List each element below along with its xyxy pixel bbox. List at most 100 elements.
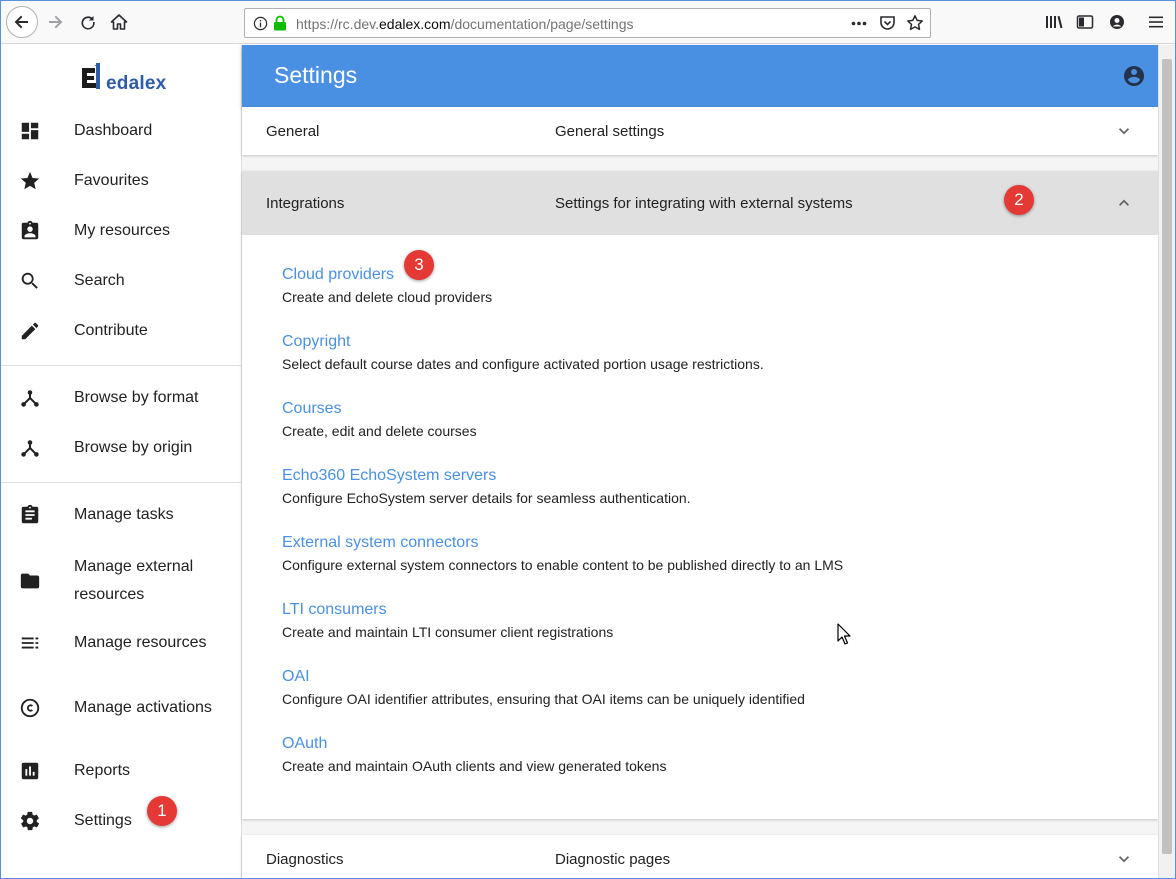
sidebar-item-browse-by-format[interactable]: Browse by format bbox=[1, 373, 241, 423]
scrollbar-thumb[interactable] bbox=[1162, 59, 1172, 854]
sidebar-icon bbox=[1076, 15, 1094, 29]
setting-link-oauth[interactable]: OAuth bbox=[282, 735, 327, 753]
sidebar-toggle-button[interactable] bbox=[1069, 6, 1101, 38]
setting-link-lti-consumers[interactable]: LTI consumers bbox=[282, 601, 387, 619]
sidebar-item-my-resources[interactable]: My resources bbox=[1, 206, 241, 256]
sidebar-item-manage-external-resources[interactable]: Manage external resources bbox=[1, 553, 241, 609]
library-icon bbox=[1046, 15, 1063, 29]
setting-description: Configure EchoSystem server details for … bbox=[282, 490, 691, 506]
url-text: https://rc.dev.edalex.com/documentation/… bbox=[296, 16, 634, 32]
setting-description: Select default course dates and configur… bbox=[282, 356, 764, 372]
sidebar-divider bbox=[1, 365, 241, 366]
setting-description: Configure OAI identifier attributes, ens… bbox=[282, 691, 805, 707]
back-button[interactable] bbox=[6, 6, 38, 38]
panel-title: Diagnostics bbox=[266, 851, 344, 868]
browser-toolbar: https://rc.dev.edalex.com/documentation/… bbox=[1, 1, 1175, 44]
callout-badge-3: 3 bbox=[404, 250, 434, 280]
url-host: edalex.com bbox=[379, 16, 451, 32]
account-circle-icon[interactable] bbox=[1122, 64, 1146, 88]
sidebar-item-dashboard[interactable]: Dashboard bbox=[1, 106, 241, 156]
reload-button[interactable] bbox=[72, 6, 104, 38]
sidebar: edalex Dashboard Favourites My resources… bbox=[1, 45, 242, 878]
setting-link-courses[interactable]: Courses bbox=[282, 400, 342, 418]
callout-badge-2: 2 bbox=[1004, 185, 1034, 215]
chevron-up-icon bbox=[1119, 199, 1129, 206]
chevron-down-icon bbox=[1119, 128, 1129, 135]
pocket-icon[interactable] bbox=[879, 15, 896, 31]
sidebar-item-label: Manage activations bbox=[74, 699, 212, 716]
panel-description: General settings bbox=[555, 123, 665, 140]
page-scrollbar[interactable] bbox=[1158, 45, 1175, 878]
sidebar-item-label: Search bbox=[74, 272, 125, 289]
forward-button[interactable] bbox=[39, 6, 71, 38]
sidebar-item-label: Manage resources bbox=[74, 634, 207, 651]
panel-general: General General settings bbox=[242, 107, 1158, 155]
list-icon bbox=[21, 637, 39, 649]
sidebar-item-label: Reports bbox=[74, 762, 131, 779]
setting-link-oai[interactable]: OAI bbox=[282, 668, 310, 686]
logo-text: edalex bbox=[106, 73, 167, 94]
reload-icon bbox=[81, 16, 95, 30]
sidebar-item-label: My resources bbox=[74, 222, 171, 239]
panel-description: Settings for integrating with external s… bbox=[555, 195, 853, 212]
clipboard-icon bbox=[21, 504, 39, 524]
setting-link-copyright[interactable]: Copyright bbox=[282, 333, 350, 351]
panel-general-header[interactable]: General General settings bbox=[242, 107, 1158, 155]
setting-link-echo360[interactable]: Echo360 EchoSystem servers bbox=[282, 467, 496, 485]
sidebar-item-favourites[interactable]: Favourites bbox=[1, 156, 241, 206]
setting-link-external-system-connectors[interactable]: External system connectors bbox=[282, 534, 479, 552]
panel-title: General bbox=[266, 123, 320, 140]
more-actions-icon[interactable] bbox=[851, 21, 867, 26]
arrow-left-icon bbox=[14, 15, 28, 29]
dashboard-icon bbox=[21, 122, 39, 140]
app-header: Settings bbox=[242, 45, 1158, 107]
sidebar-item-search[interactable]: Search bbox=[1, 256, 241, 306]
library-button[interactable] bbox=[1038, 6, 1070, 38]
info-icon bbox=[253, 16, 268, 31]
bar-chart-icon bbox=[21, 762, 39, 780]
panel-diagnostics: Diagnostics Diagnostic pages bbox=[242, 835, 1158, 878]
url-path: /documentation/page/settings bbox=[450, 16, 634, 32]
sidebar-item-manage-activations[interactable]: Manage activations bbox=[1, 680, 241, 736]
copyright-icon bbox=[20, 698, 40, 718]
arrow-right-icon bbox=[49, 15, 63, 29]
home-icon bbox=[110, 14, 128, 30]
url-bar[interactable]: https://rc.dev.edalex.com/documentation/… bbox=[244, 8, 931, 38]
setting-description: Create and maintain OAuth clients and vi… bbox=[282, 758, 667, 774]
sidebar-item-settings[interactable]: Settings bbox=[1, 796, 241, 846]
gear-icon bbox=[20, 811, 40, 831]
hierarchy-icon bbox=[21, 440, 39, 457]
panel-title: Integrations bbox=[266, 195, 345, 212]
page-title: Settings bbox=[274, 62, 358, 88]
panel-diagnostics-header[interactable]: Diagnostics Diagnostic pages bbox=[242, 835, 1158, 879]
sidebar-divider bbox=[1, 482, 241, 483]
sidebar-item-label: Browse by origin bbox=[74, 439, 193, 456]
url-prefix: https://rc.dev. bbox=[296, 16, 379, 32]
assignment-ind-icon bbox=[21, 220, 39, 240]
sidebar-item-reports[interactable]: Reports bbox=[1, 746, 241, 796]
panel-description: Diagnostic pages bbox=[555, 851, 671, 868]
hierarchy-icon bbox=[21, 390, 39, 407]
setting-link-cloud-providers[interactable]: Cloud providers bbox=[282, 266, 394, 284]
sidebar-item-contribute[interactable]: Contribute bbox=[1, 306, 241, 356]
profile-button[interactable] bbox=[1101, 6, 1133, 38]
settings-content: General General settings Integrations Se… bbox=[242, 107, 1158, 878]
setting-description: Configure external system connectors to … bbox=[282, 557, 844, 573]
callout-badge-1: 1 bbox=[147, 796, 177, 826]
setting-description: Create, edit and delete courses bbox=[282, 423, 477, 439]
sidebar-item-label: Browse by format bbox=[74, 389, 199, 406]
sidebar-item-label: Manage tasks bbox=[74, 506, 174, 523]
sidebar-item-label: Dashboard bbox=[74, 122, 153, 139]
profile-icon bbox=[1110, 15, 1124, 29]
mouse-pointer-icon bbox=[837, 623, 851, 645]
lock-icon bbox=[274, 15, 286, 31]
edalex-logo[interactable]: edalex bbox=[81, 62, 171, 94]
hamburger-icon bbox=[1149, 16, 1163, 28]
bookmark-star-icon[interactable] bbox=[906, 14, 924, 32]
sidebar-item-manage-tasks[interactable]: Manage tasks bbox=[1, 490, 241, 540]
sidebar-item-browse-by-origin[interactable]: Browse by origin bbox=[1, 423, 241, 473]
sidebar-item-manage-resources[interactable]: Manage resources bbox=[1, 618, 241, 668]
menu-button[interactable] bbox=[1140, 6, 1172, 38]
home-button[interactable] bbox=[103, 6, 135, 38]
sidebar-item-label: Favourites bbox=[74, 172, 149, 189]
